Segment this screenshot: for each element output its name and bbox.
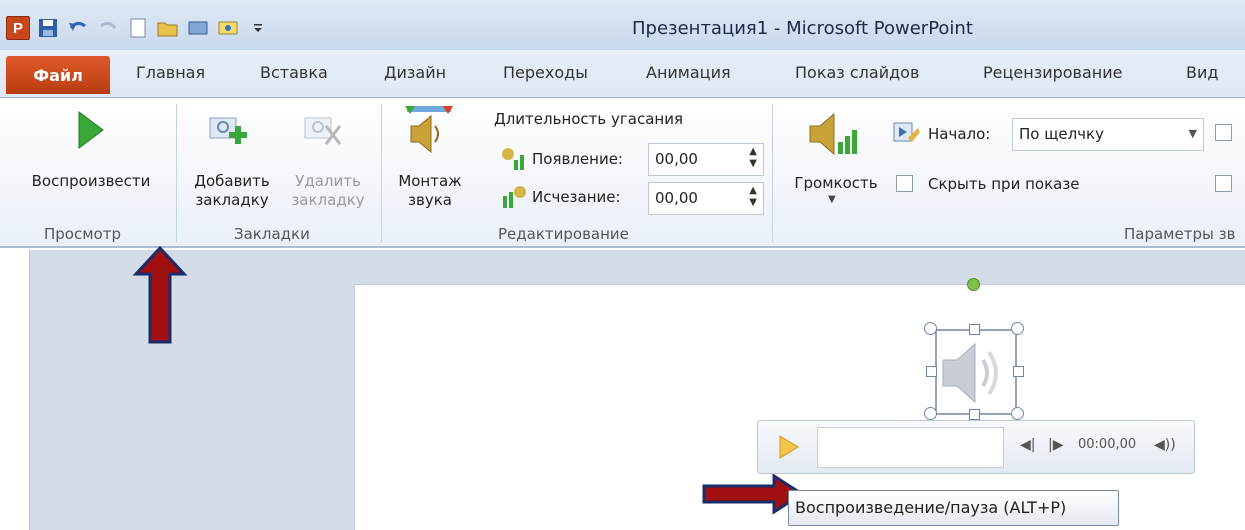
mute-icon[interactable]: ◀)) bbox=[1154, 437, 1176, 453]
group-label-audio-options: Параметры зв bbox=[1124, 225, 1236, 243]
play-triangle-icon[interactable] bbox=[76, 110, 106, 154]
start-dropdown[interactable]: По щелчку ▼ bbox=[1012, 118, 1204, 151]
add-bookmark-button[interactable]: Добавить закладку bbox=[183, 172, 281, 210]
group-label-bookmarks: Закладки bbox=[234, 225, 310, 243]
tab-insert[interactable]: Вставка bbox=[260, 63, 328, 82]
fade-out-label: Исчезание: bbox=[532, 188, 621, 206]
start-value: По щелчку bbox=[1019, 125, 1104, 143]
tab-slide-show[interactable]: Показ слайдов bbox=[795, 63, 919, 82]
chevron-down-icon[interactable]: ▼ bbox=[1189, 127, 1197, 140]
trim-audio-button[interactable]: Монтаж звука bbox=[392, 172, 468, 210]
resize-handle[interactable] bbox=[969, 409, 980, 420]
picture-icon[interactable] bbox=[216, 16, 240, 40]
seek-track[interactable] bbox=[817, 427, 1004, 468]
resize-handle[interactable] bbox=[926, 366, 937, 377]
new-icon[interactable] bbox=[126, 16, 150, 40]
group-separator bbox=[381, 104, 382, 242]
quick-access-toolbar: P bbox=[6, 16, 270, 40]
fade-out-spinner[interactable]: 00,00 ▲ ▼ bbox=[648, 182, 764, 215]
volume-dropdown-icon[interactable]: ▼ bbox=[828, 194, 836, 205]
toolbar-icon[interactable] bbox=[186, 16, 210, 40]
start-label: Начало: bbox=[928, 125, 991, 143]
volume-button[interactable]: Громкость bbox=[784, 174, 888, 193]
resize-handle[interactable] bbox=[1011, 322, 1024, 335]
fade-duration-title: Длительность угасания bbox=[494, 110, 683, 128]
group-label-preview: Просмотр bbox=[44, 225, 121, 243]
remove-bookmark-button[interactable]: Удалить закладку bbox=[283, 172, 373, 210]
window-title: Презентация1 - Microsoft PowerPoint bbox=[632, 18, 973, 39]
media-player-bar: ◀| |▶ 00:00,00 ◀)) bbox=[757, 420, 1195, 474]
resize-handle[interactable] bbox=[924, 407, 937, 420]
fade-in-spinner[interactable]: 00,00 ▲ ▼ bbox=[648, 143, 764, 176]
tab-design[interactable]: Дизайн bbox=[384, 63, 446, 82]
spin-arrows-icon[interactable]: ▲ ▼ bbox=[749, 185, 757, 209]
resize-handle[interactable] bbox=[969, 324, 980, 335]
annotation-arrow-up bbox=[132, 245, 188, 350]
checkbox[interactable] bbox=[1215, 175, 1232, 192]
play-pause-icon[interactable] bbox=[778, 434, 800, 464]
spin-arrows-icon[interactable]: ▲ ▼ bbox=[749, 146, 757, 170]
group-label-editing: Редактирование bbox=[498, 225, 629, 243]
skip-forward-icon[interactable]: |▶ bbox=[1048, 437, 1063, 453]
checkbox[interactable] bbox=[1215, 124, 1232, 141]
title-bar: P Презентация1 - Microsoft PowerPoint bbox=[0, 0, 1245, 50]
group-separator bbox=[176, 104, 177, 242]
resize-handle[interactable] bbox=[1011, 407, 1024, 420]
slides-pane[interactable] bbox=[0, 250, 30, 530]
tab-home[interactable]: Главная bbox=[136, 63, 205, 82]
undo-icon[interactable] bbox=[66, 16, 90, 40]
add-bookmark-icon[interactable] bbox=[207, 114, 249, 154]
tab-view[interactable]: Вид bbox=[1186, 63, 1218, 82]
tooltip: Воспроизведение/пауза (ALT+P) bbox=[788, 490, 1119, 526]
play-button[interactable]: Воспроизвести bbox=[16, 172, 166, 191]
redo-icon[interactable] bbox=[96, 16, 120, 40]
fade-out-value: 00,00 bbox=[655, 189, 698, 207]
tab-file[interactable]: Файл bbox=[6, 56, 110, 94]
tab-animations[interactable]: Анимация bbox=[646, 63, 731, 82]
fade-in-icon bbox=[500, 146, 528, 176]
tab-review[interactable]: Рецензирование bbox=[983, 63, 1122, 82]
ribbon-tabs: Файл Главная Вставка Дизайн Переходы Ани… bbox=[0, 50, 1245, 98]
rotate-handle[interactable] bbox=[967, 278, 980, 291]
group-separator bbox=[772, 104, 773, 242]
tab-transitions[interactable]: Переходы bbox=[503, 63, 588, 82]
fade-out-icon bbox=[500, 184, 528, 214]
fade-in-value: 00,00 bbox=[655, 150, 698, 168]
powerpoint-logo[interactable]: P bbox=[6, 16, 30, 40]
open-icon[interactable] bbox=[156, 16, 180, 40]
fade-in-label: Появление: bbox=[532, 150, 623, 168]
resize-handle[interactable] bbox=[924, 322, 937, 335]
trim-audio-icon[interactable] bbox=[401, 104, 457, 160]
hide-during-show-label: Скрыть при показе bbox=[928, 175, 1080, 193]
hide-during-show-checkbox[interactable] bbox=[896, 175, 913, 192]
remove-bookmark-icon[interactable] bbox=[302, 114, 344, 154]
save-icon[interactable] bbox=[36, 16, 60, 40]
volume-icon[interactable] bbox=[806, 108, 860, 166]
resize-handle[interactable] bbox=[1013, 366, 1024, 377]
customize-qat-icon[interactable] bbox=[246, 16, 270, 40]
speaker-icon[interactable] bbox=[937, 338, 1013, 412]
time-display: 00:00,00 bbox=[1078, 437, 1137, 452]
skip-back-icon[interactable]: ◀| bbox=[1020, 437, 1035, 453]
start-icon bbox=[892, 120, 922, 150]
